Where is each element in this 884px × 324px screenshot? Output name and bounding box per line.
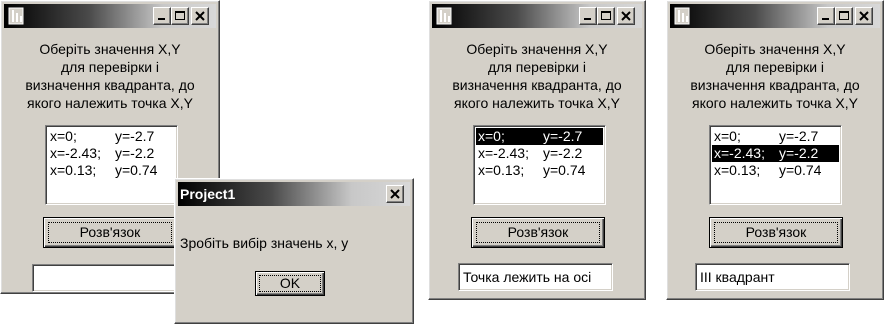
result-field[interactable]: III квадрант — [695, 263, 850, 291]
dialog-message: Зробіть вибір значень x, y — [180, 235, 349, 251]
dialog-close-button[interactable] — [386, 185, 404, 203]
result-field[interactable] — [32, 264, 185, 292]
close-button[interactable] — [855, 7, 873, 25]
minimize-icon — [584, 18, 591, 20]
list-item[interactable]: x=0; y=-2.7 — [712, 128, 839, 145]
delphi-form-icon — [436, 7, 452, 25]
maximize-button[interactable] — [171, 7, 189, 25]
values-listbox[interactable]: x=0; y=-2.7 x=-2.43; y=-2.2 x=0.13; y=0.74 — [473, 125, 606, 205]
maximize-icon — [175, 11, 185, 20]
list-item[interactable]: x=-2.43; y=-2.2 — [48, 145, 175, 162]
close-icon — [390, 189, 400, 199]
title-bar[interactable] — [4, 4, 216, 28]
close-icon — [859, 11, 869, 21]
list-item-selected[interactable]: x=0; y=-2.7 — [476, 128, 603, 145]
delphi-form-icon — [8, 7, 24, 25]
maximize-button[interactable] — [597, 7, 615, 25]
instruction-text: Оберіть значення X,Y для перевірки і виз… — [690, 41, 860, 111]
maximize-button[interactable] — [835, 7, 853, 25]
list-item[interactable]: x=0; y=-2.7 — [48, 128, 175, 145]
list-item[interactable]: x=-2.43; y=-2.2 — [476, 145, 603, 162]
message-dialog: Project1 Зробіть вибір значень x, y OK — [174, 178, 414, 324]
maximize-icon — [601, 11, 611, 20]
list-item[interactable]: x=0.13; y=0.74 — [712, 162, 839, 179]
instruction-text: Оберіть значення X,Y для перевірки і виз… — [25, 41, 195, 111]
minimize-icon — [822, 18, 829, 20]
form-window-3: Оберіть значення X,Y для перевірки і виз… — [666, 0, 884, 300]
ok-button[interactable]: OK — [255, 271, 325, 296]
list-item-selected[interactable]: x=-2.43; y=-2.2 — [712, 145, 839, 162]
close-button[interactable] — [617, 7, 635, 25]
values-listbox[interactable]: x=0; y=-2.7 x=-2.43; y=-2.2 x=0.13; y=0.74 — [45, 125, 178, 205]
list-item[interactable]: x=0.13; y=0.74 — [48, 162, 175, 179]
minimize-icon — [158, 18, 165, 20]
solve-button[interactable]: Розв'язок — [709, 217, 843, 248]
minimize-button[interactable] — [153, 7, 171, 25]
solve-button[interactable]: Розв'язок — [471, 217, 605, 248]
delphi-form-icon — [674, 7, 690, 25]
title-bar[interactable] — [432, 4, 642, 28]
title-bar[interactable] — [670, 4, 880, 28]
solve-button[interactable]: Розв'язок — [43, 217, 177, 248]
close-icon — [621, 11, 631, 21]
close-button[interactable] — [191, 7, 209, 25]
minimize-button[interactable] — [579, 7, 597, 25]
close-icon — [195, 11, 205, 21]
result-field[interactable]: Точка лежить на осі — [458, 263, 613, 291]
dialog-title: Project1 — [180, 186, 236, 202]
values-listbox[interactable]: x=0; y=-2.7 x=-2.43; y=-2.2 x=0.13; y=0.74 — [709, 125, 842, 205]
form-window-2: Оберіть значення X,Y для перевірки і виз… — [428, 0, 646, 300]
minimize-button[interactable] — [817, 7, 835, 25]
dialog-title-bar[interactable]: Project1 — [178, 182, 410, 206]
list-item[interactable]: x=0.13; y=0.74 — [476, 162, 603, 179]
instruction-text: Оберіть значення X,Y для перевірки і виз… — [452, 41, 622, 111]
maximize-icon — [839, 11, 849, 20]
